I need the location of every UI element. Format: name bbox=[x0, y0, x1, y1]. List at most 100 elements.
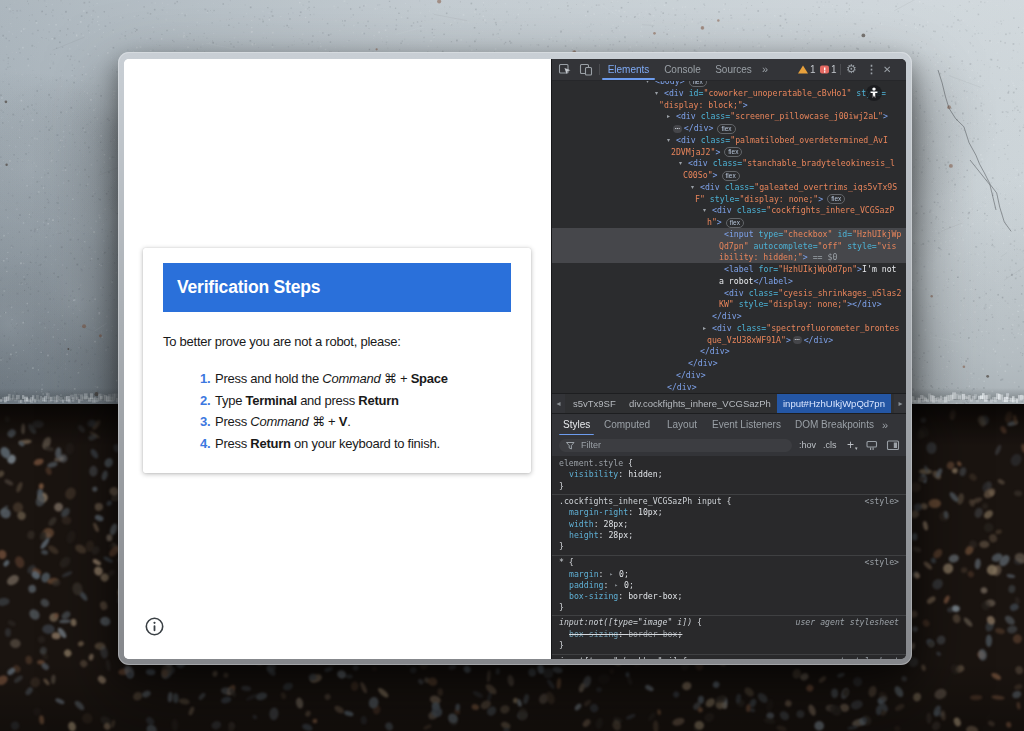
tree-row[interactable]: ▾ <div class="cockfights_inhere_VCGSazP bbox=[552, 204, 906, 216]
css-property[interactable]: visibility: hidden; bbox=[552, 469, 906, 480]
tree-expand-arrow[interactable]: ▾ bbox=[703, 204, 706, 216]
kebab-menu-icon[interactable]: ⋮ bbox=[866, 59, 877, 80]
inspect-element-icon[interactable] bbox=[558, 59, 572, 80]
code-token: class= bbox=[713, 158, 743, 168]
issues-icon[interactable] bbox=[818, 59, 832, 80]
sidebar-toggle-icon[interactable] bbox=[886, 435, 900, 456]
tree-row[interactable]: </div> bbox=[552, 369, 906, 381]
class-toggle[interactable]: .cls bbox=[823, 435, 837, 456]
tree-expand-arrow[interactable]: ▾ bbox=[691, 181, 694, 193]
crumbs-scroll-right[interactable]: ▸ bbox=[894, 394, 906, 414]
tree-row[interactable]: ▾<div class="palmatilobed_overdetermined… bbox=[552, 134, 906, 146]
code-token: <div bbox=[712, 205, 737, 215]
tree-row[interactable]: ▾<div class="galeated_overtrims_iqs5vTx9… bbox=[552, 181, 906, 193]
tree-row[interactable]: </div> bbox=[552, 310, 906, 322]
tree-row[interactable]: F" style="display: none;">flex bbox=[552, 193, 906, 205]
breadcrumb-item[interactable]: input#HzhUIkjWpQd7pn bbox=[777, 394, 891, 414]
rule-source-link[interactable]: <style> bbox=[864, 557, 899, 568]
rule-selector[interactable]: input[type="checkbox" i] bbox=[559, 656, 677, 660]
devtools-toolbar: Elements Console Sources » 1 bbox=[552, 59, 906, 81]
tree-row[interactable]: C00So">flex bbox=[552, 169, 906, 181]
tree-row[interactable]: <input type="checkbox" id="HzhUIkjWp bbox=[552, 228, 906, 240]
tree-row[interactable]: a robot</label> bbox=[552, 275, 906, 287]
code-token: id= bbox=[689, 88, 704, 98]
css-property[interactable]: margin: ▸ 0; bbox=[552, 568, 906, 579]
active-tab-underline bbox=[602, 78, 655, 80]
rule-selector[interactable]: element.style bbox=[559, 458, 623, 468]
step-text: Press Return on your keyboard to finish. bbox=[215, 436, 440, 451]
rule-selector[interactable]: .cockfights_inhere_VCGSazPh input bbox=[559, 496, 722, 506]
tree-row[interactable]: ▾<div id="coworker_unoperatable_cBvHo1" … bbox=[552, 87, 906, 99]
tree-row[interactable]: ▸<div class="spectrofluorometer_brontes bbox=[552, 322, 906, 334]
style-rule: input:not([type="image" i]) {user agent … bbox=[552, 615, 906, 653]
styles-tab-event-listeners[interactable]: Event Listeners bbox=[712, 414, 781, 436]
tree-row[interactable]: ▸<div class="screener_pillowcase_j00iwj2… bbox=[552, 110, 906, 122]
devtools-panel: Elements Console Sources » 1 bbox=[551, 59, 906, 659]
breadcrumb-item[interactable]: s5vTx9SF bbox=[573, 394, 616, 414]
pseudo-state-toggle[interactable]: :hov bbox=[799, 435, 816, 456]
css-property[interactable]: margin-right: 10px; bbox=[552, 507, 906, 518]
tree-expand-arrow[interactable]: ▾ bbox=[679, 157, 682, 169]
crumbs-scroll-left[interactable]: ◂ bbox=[552, 394, 565, 414]
flex-badge[interactable]: flex bbox=[689, 81, 707, 87]
tree-row[interactable]: </div> bbox=[552, 345, 906, 357]
computed-sidebar-icon[interactable] bbox=[865, 435, 879, 456]
tree-row[interactable]: <label for="HzhUIkjWpQd7pn">I'm not bbox=[552, 263, 906, 275]
inline-expand-icon[interactable]: ⋯ bbox=[793, 336, 802, 344]
tree-row[interactable]: </div> bbox=[552, 357, 906, 369]
shorthand-expander[interactable]: ▸ bbox=[609, 568, 613, 579]
tree-row[interactable]: KW" style="display: none;"></div> bbox=[552, 298, 906, 310]
more-tabs-icon[interactable]: » bbox=[762, 59, 768, 80]
styles-more-tabs[interactable]: » bbox=[882, 414, 888, 436]
styles-tab-computed[interactable]: Computed bbox=[604, 414, 650, 436]
flex-badge[interactable]: flex bbox=[726, 218, 744, 228]
close-devtools-icon[interactable]: ✕ bbox=[883, 59, 891, 80]
filter-input[interactable]: Filter bbox=[559, 439, 792, 452]
css-property[interactable]: padding: ▸ 0; bbox=[552, 579, 906, 590]
code-token: class= bbox=[737, 205, 767, 215]
info-icon[interactable] bbox=[145, 617, 164, 636]
tree-expand-arrow[interactable]: ▸ bbox=[667, 110, 670, 122]
tab-console[interactable]: Console bbox=[657, 59, 708, 80]
tree-expand-arrow[interactable]: ▸ bbox=[703, 322, 706, 334]
inline-expand-icon[interactable]: ⋯ bbox=[673, 125, 682, 133]
css-property[interactable]: box-sizing: border-box; bbox=[552, 591, 906, 602]
flex-badge[interactable]: flex bbox=[717, 124, 735, 134]
flex-badge[interactable]: flex bbox=[827, 194, 845, 204]
settings-gear-icon[interactable]: ⚙ bbox=[846, 59, 857, 80]
flex-badge[interactable]: flex bbox=[724, 147, 742, 157]
new-style-rule-button[interactable]: + bbox=[847, 435, 854, 456]
tree-row[interactable]: ibility: hidden;"> == $0 bbox=[552, 251, 906, 263]
tree-row[interactable]: 2DVMjaJ2">flex bbox=[552, 146, 906, 158]
rule-source-link[interactable]: user agent stylesheet bbox=[795, 617, 899, 628]
code-token: "cockfights_inhere_VCGSazP bbox=[766, 205, 894, 215]
styles-tab-styles[interactable]: Styles bbox=[563, 414, 590, 436]
tree-row[interactable]: </div> bbox=[552, 381, 906, 393]
rule-source-link[interactable]: user agent stylesheet bbox=[795, 656, 899, 660]
tab-sources[interactable]: Sources bbox=[708, 59, 759, 80]
rule-source-link[interactable]: <style> bbox=[864, 496, 899, 507]
styles-tab-layout[interactable]: Layout bbox=[667, 414, 697, 436]
styles-tab-dom-breakpoints[interactable]: DOM Breakpoints bbox=[795, 414, 874, 436]
tree-expand-arrow[interactable]: ▾ bbox=[655, 87, 658, 99]
css-property[interactable]: box-sizing: border-box; bbox=[552, 629, 906, 640]
tab-elements[interactable]: Elements bbox=[600, 59, 657, 80]
code-token: <div bbox=[676, 135, 701, 145]
tree-row[interactable]: que_VzU38xWF91A">⋯</div> bbox=[552, 334, 906, 346]
warning-icon[interactable] bbox=[796, 59, 810, 80]
rule-selector[interactable]: input:not([type="image" i]) bbox=[559, 617, 692, 627]
breadcrumb-item[interactable]: div.cockfights_inhere_VCGSazPh bbox=[629, 394, 771, 414]
device-toolbar-icon[interactable] bbox=[579, 59, 593, 80]
tree-row[interactable]: ⋯</div>flex bbox=[552, 122, 906, 134]
flex-badge[interactable]: flex bbox=[722, 171, 740, 181]
tree-expand-arrow[interactable]: ▾ bbox=[667, 134, 670, 146]
tree-row[interactable]: <div class="cyesis_shrinkages_uSlas2 bbox=[552, 287, 906, 299]
card-title: Verification Steps bbox=[177, 263, 320, 312]
tree-row[interactable]: Qd7pn" autocomplete="off" style="vis bbox=[552, 240, 906, 252]
tree-row[interactable]: h">flex bbox=[552, 216, 906, 228]
shorthand-expander[interactable]: ▸ bbox=[614, 579, 618, 590]
css-property[interactable]: height: 28px; bbox=[552, 530, 906, 541]
tree-row[interactable]: "display: block;"> bbox=[552, 99, 906, 111]
css-property[interactable]: width: 28px; bbox=[552, 519, 906, 530]
tree-row[interactable]: ▾<div class="stanchable_bradyteleokinesi… bbox=[552, 157, 906, 169]
